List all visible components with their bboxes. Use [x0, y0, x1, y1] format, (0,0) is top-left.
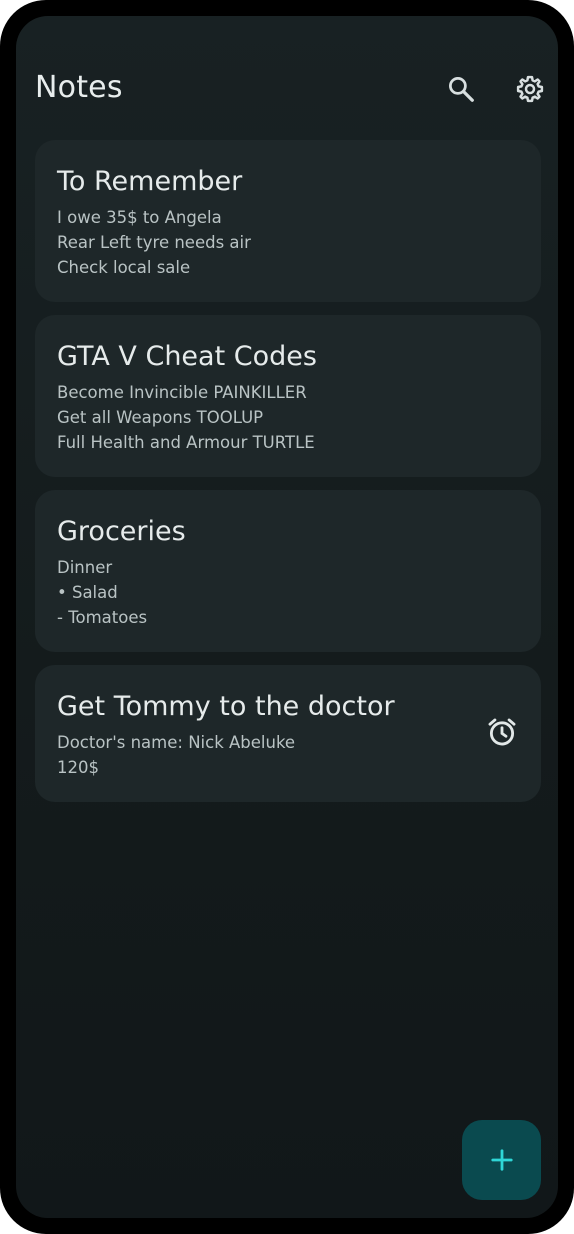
note-card[interactable]: GTA V Cheat Codes Become Invincible PAIN… — [35, 315, 541, 477]
note-line: Dinner — [57, 558, 113, 577]
note-card[interactable]: Groceries Dinner • Salad - Tomatoes — [35, 490, 541, 652]
note-line: Rear Left tyre needs air — [57, 233, 251, 252]
note-line: 120$ — [57, 758, 99, 777]
note-title: Groceries — [57, 516, 186, 547]
app-screen: Notes To Remember I owe 35$ to Angela Re… — [16, 16, 558, 1218]
note-line: Doctor's name: Nick Abeluke — [57, 733, 296, 752]
note-line: I owe 35$ to Angela — [57, 208, 222, 227]
note-line: Get all Weapons TOOLUP — [57, 408, 264, 427]
add-note-button[interactable] — [462, 1120, 541, 1200]
note-line: Full Health and Armour TURTLE — [57, 433, 315, 452]
note-title: To Remember — [57, 166, 243, 197]
note-line: - Tomatoes — [57, 608, 148, 627]
note-card[interactable]: Get Tommy to the doctor Doctor's name: N… — [35, 665, 541, 802]
plus-icon — [490, 1149, 513, 1171]
note-line: Check local sale — [57, 258, 191, 277]
search-button[interactable] — [444, 72, 478, 106]
search-icon — [449, 77, 474, 102]
alarm-clock-icon — [488, 718, 516, 746]
device-frame: Notes To Remember I owe 35$ to Angela Re… — [0, 0, 574, 1234]
page-title: Notes — [35, 70, 123, 105]
note-card[interactable]: To Remember I owe 35$ to Angela Rear Lef… — [35, 140, 541, 302]
gear-icon — [516, 75, 544, 103]
note-title: GTA V Cheat Codes — [57, 341, 317, 372]
note-title: Get Tommy to the doctor — [57, 691, 395, 722]
note-line: Become Invincible PAINKILLER — [57, 383, 307, 402]
note-line: • Salad — [57, 583, 118, 602]
settings-button[interactable] — [513, 72, 547, 106]
